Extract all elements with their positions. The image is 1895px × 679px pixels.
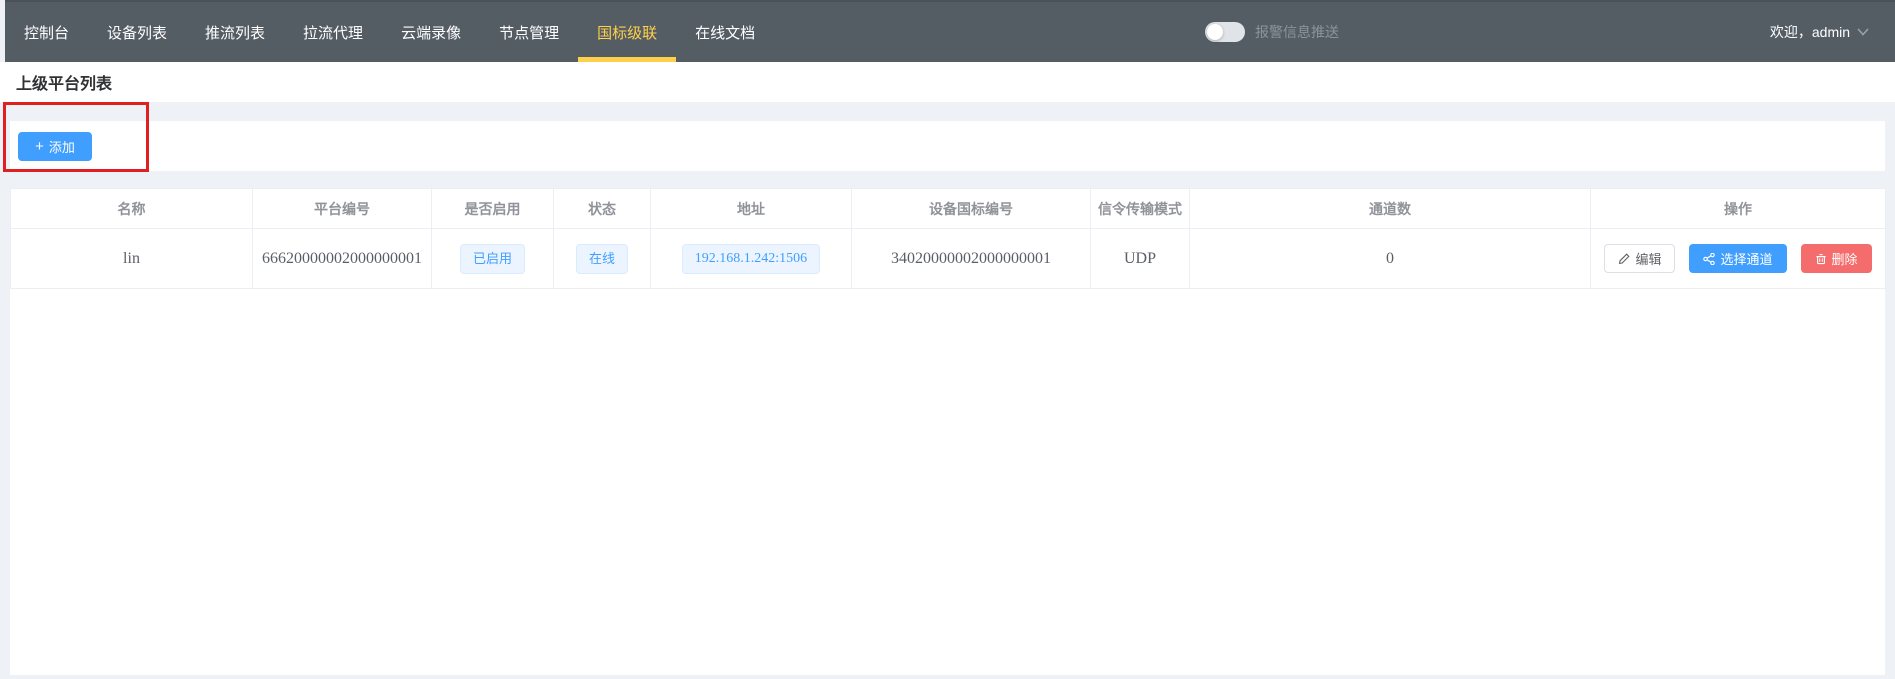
select-channel-button[interactable]: 选择通道: [1689, 244, 1786, 273]
alarm-push-label: 报警信息推送: [1255, 22, 1339, 42]
cell-device-gb-id: 34020000002000000001: [852, 229, 1091, 289]
chevron-down-icon: [1857, 28, 1869, 36]
select-channel-button-label: 选择通道: [1720, 249, 1772, 268]
nav-item-label: 国标级联: [597, 22, 657, 43]
column-header-name: 名称: [11, 189, 253, 229]
share-icon: [1703, 253, 1715, 265]
column-header-channel-count: 通道数: [1190, 189, 1591, 229]
welcome-text: 欢迎，admin: [1770, 22, 1850, 42]
trash-icon: [1815, 253, 1827, 265]
cell-channel-count: 0: [1190, 229, 1591, 289]
user-menu[interactable]: 欢迎，admin: [1770, 2, 1895, 62]
column-header-enabled: 是否启用: [432, 189, 554, 229]
delete-button-label: 删除: [1832, 249, 1858, 268]
title-bar: 上级平台列表: [0, 62, 1895, 102]
cell-transport-mode: UDP: [1091, 229, 1190, 289]
cell-name: lin: [11, 229, 253, 289]
edit-button-label: 编辑: [1635, 249, 1661, 268]
alarm-push-toggle[interactable]: [1205, 22, 1245, 42]
column-header-transport-mode: 信令传输模式: [1091, 189, 1190, 229]
cell-status: 在线: [554, 229, 651, 289]
enabled-badge: 已启用: [460, 244, 525, 274]
nav-item-gb-cascade[interactable]: 国标级联: [578, 2, 676, 62]
alarm-push-group: 报警信息推送: [1205, 2, 1339, 62]
nav-item-label: 云端录像: [401, 22, 461, 43]
nav-item-label: 控制台: [24, 22, 69, 43]
top-navbar: 控制台 设备列表 推流列表 拉流代理 云端录像 节点管理 国标级联 在线文档 报…: [5, 0, 1895, 62]
nav-spacer: [774, 2, 1205, 62]
nav-item-label: 拉流代理: [303, 22, 363, 43]
add-button-label: 添加: [49, 137, 75, 156]
platform-table-panel: 名称 平台编号 是否启用 状态 地址 设备国标编号 信令传输模式 通道数 操作 …: [10, 188, 1885, 675]
nav-item-label: 在线文档: [695, 22, 755, 43]
nav-item-device-list[interactable]: 设备列表: [88, 2, 186, 62]
nav-item-label: 推流列表: [205, 22, 265, 43]
delete-button[interactable]: 删除: [1801, 244, 1872, 273]
nav-item-cloud-record[interactable]: 云端录像: [382, 2, 480, 62]
nav-item-label: 节点管理: [499, 22, 559, 43]
column-header-device-gb-id: 设备国标编号: [852, 189, 1091, 229]
pencil-icon: [1618, 253, 1630, 265]
address-badge: 192.168.1.242:1506: [682, 244, 820, 274]
toolbar-panel: + 添加: [10, 121, 1885, 171]
nav-item-label: 设备列表: [107, 22, 167, 43]
column-header-status: 状态: [554, 189, 651, 229]
cell-operations: 编辑: [1591, 229, 1886, 289]
table-row: lin 66620000002000000001 已启用 在线 192.168.…: [11, 229, 1886, 289]
nav-item-push-stream-list[interactable]: 推流列表: [186, 2, 284, 62]
status-badge: 在线: [576, 244, 628, 274]
nav-spacer: [1339, 2, 1770, 62]
plus-icon: +: [35, 139, 44, 154]
page-title: 上级平台列表: [16, 70, 112, 94]
nav-item-node-management[interactable]: 节点管理: [480, 2, 578, 62]
nav-item-pull-proxy[interactable]: 拉流代理: [284, 2, 382, 62]
add-button[interactable]: + 添加: [18, 132, 92, 161]
column-header-address: 地址: [651, 189, 852, 229]
toggle-knob: [1207, 24, 1223, 40]
nav-item-console[interactable]: 控制台: [5, 2, 88, 62]
cell-enabled: 已启用: [432, 229, 554, 289]
table-header-row: 名称 平台编号 是否启用 状态 地址 设备国标编号 信令传输模式 通道数 操作: [11, 189, 1886, 229]
column-header-platform-id: 平台编号: [253, 189, 432, 229]
edit-button[interactable]: 编辑: [1604, 244, 1675, 273]
cell-address: 192.168.1.242:1506: [651, 229, 852, 289]
column-header-operations: 操作: [1591, 189, 1886, 229]
cell-platform-id: 66620000002000000001: [253, 229, 432, 289]
nav-item-online-docs[interactable]: 在线文档: [676, 2, 774, 62]
platform-table: 名称 平台编号 是否启用 状态 地址 设备国标编号 信令传输模式 通道数 操作 …: [10, 188, 1886, 289]
